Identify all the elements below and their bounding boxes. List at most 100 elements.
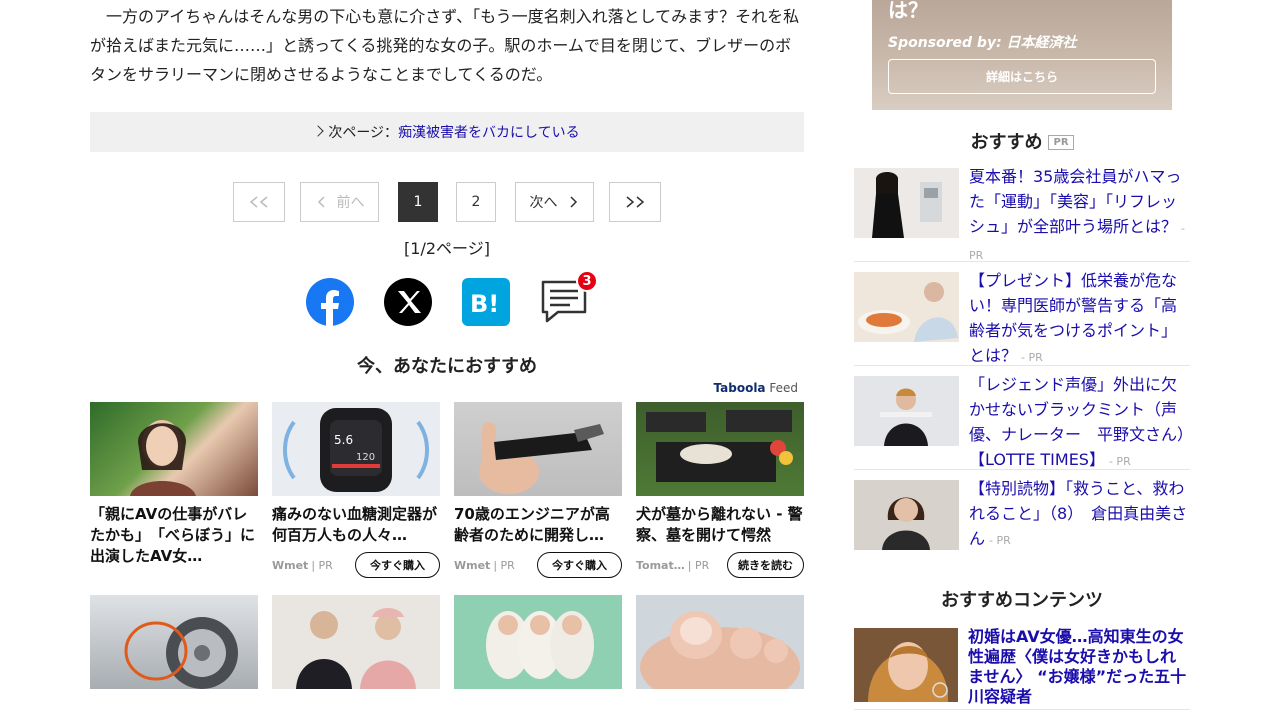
recommend-card[interactable] — [272, 595, 440, 689]
next-page-box[interactable]: 次ページ： 痴漢被害者をバカにしている — [90, 112, 804, 152]
card-thumbnail — [90, 595, 258, 689]
chevron-right-icon — [312, 125, 324, 137]
next-page-button[interactable]: 次へ — [515, 182, 594, 222]
content-item[interactable]: 初婚はAV女優…高知東生の女性遍歴〈僕は女好きかもしれません〉 “お嬢様”だった… — [854, 627, 1190, 710]
recommend-card[interactable] — [636, 595, 804, 689]
osusume-item[interactable]: 【特別読物】「救うこと、救われること」（8） 倉田真由美さん - PR — [854, 479, 1190, 560]
recommend-card[interactable] — [90, 595, 258, 689]
item-pr: - PR — [1108, 455, 1131, 468]
facebook-share-button[interactable] — [306, 278, 354, 326]
content-title[interactable]: 初婚はAV女優…高知東生の女性遍歴〈僕は女好きかもしれません〉 “お嬢様”だった… — [968, 627, 1190, 707]
osusume-item[interactable]: 夏本番！35歳会社員がハマった「運動」「美容」「リフレッシュ」が全部叶う場所とは… — [854, 167, 1190, 262]
card-thumbnail — [636, 595, 804, 689]
card-image: 5.6 120 — [283, 408, 429, 492]
hatena-bookmark-button[interactable]: B! — [462, 278, 510, 326]
article-paragraph: 一方のアイちゃんはそんな男の下心も意に介さず、「もう一度名刺入れ落としてみます？… — [90, 7, 800, 84]
card-thumbnail — [454, 402, 622, 496]
recommend-card[interactable] — [454, 595, 622, 689]
card-image — [486, 611, 594, 679]
item-thumbnail — [854, 376, 959, 446]
taboola-row: Taboola Feed — [90, 378, 804, 402]
card-pr: | PR — [493, 558, 515, 572]
pagination: 前へ 1 2 次へ — [90, 182, 804, 222]
recommend-card[interactable]: 5.6 120 痛みのない血糖測定器が何百万人もの人々… Wmet | PR 今… — [272, 402, 440, 578]
ad-sponsor: Sponsored by: 日本経済社 — [888, 35, 1077, 51]
recommended-contents-title: おすすめコンテンツ — [941, 590, 1103, 611]
card-image — [640, 611, 800, 689]
item-title: 【プレゼント】低栄養が危ない！専門医師が警告する「高齢者が気をつけるポイント」と… — [969, 271, 1178, 365]
svg-text:B!: B! — [470, 290, 499, 318]
item-image — [854, 480, 959, 550]
chevron-right-icon — [569, 196, 577, 208]
osusume-label: おすすめ — [970, 132, 1043, 153]
card-pr: | PR — [311, 558, 333, 572]
card-title: 痛みのない血糖測定器が何百万人もの人々… — [272, 505, 438, 544]
next-page-prefix: 次ページ： — [328, 125, 399, 141]
hatena-bookmark-icon: B! — [470, 290, 499, 318]
chevron-left-icon — [317, 196, 325, 208]
card-meta: Wmet | PR 今すぐ購入 — [272, 552, 440, 578]
first-page-button[interactable] — [233, 182, 285, 222]
osusume-title: おすすめ PR — [854, 128, 1190, 154]
content-image — [854, 628, 958, 702]
prev-label: 前へ — [336, 195, 365, 211]
card-source: Wmet — [272, 558, 309, 572]
comment-count-badge: 3 — [576, 270, 598, 292]
last-page-button[interactable] — [609, 182, 661, 222]
x-share-button[interactable] — [384, 278, 432, 326]
ad-headline: は？ — [888, 0, 928, 22]
item-link[interactable]: 「レジェンド声優」外出に欠かせないブラックミント（声優、ナレーター 平野文さん）… — [969, 372, 1190, 474]
card-title: 70歳のエンジニアが高齢者のために開発し… — [454, 505, 610, 544]
item-title: 「レジェンド声優」外出に欠かせないブラックミント（声優、ナレーター 平野文さん）… — [969, 375, 1186, 469]
card-thumbnail — [636, 402, 804, 496]
recommend-card[interactable]: 70歳のエンジニアが高齢者のために開発し… Wmet | PR 今すぐ購入 — [454, 402, 622, 578]
card-image — [124, 617, 238, 689]
item-link[interactable]: 夏本番！35歳会社員がハマった「運動」「美容」「リフレッシュ」が全部叶う場所とは… — [969, 164, 1190, 268]
item-link[interactable]: 【プレゼント】低栄養が危ない！専門医師が警告する「高齢者が気をつけるポイント」と… — [969, 268, 1190, 370]
recommend-card[interactable]: 「親にAVの仕事がバレたかも」 「べらぼう」に出演したAV女… — [90, 402, 258, 567]
card-source: Wmet — [454, 558, 491, 572]
taboola-feed-logo[interactable]: Taboola Feed — [714, 381, 799, 395]
double-chevron-left-icon — [249, 196, 268, 208]
card-pr: | PR — [687, 558, 710, 572]
next-label: 次へ — [529, 195, 558, 211]
buy-now-button[interactable]: 今すぐ購入 — [355, 552, 440, 578]
card-image — [130, 420, 196, 496]
read-more-button[interactable]: 続きを読む — [727, 552, 804, 578]
ad-details-button[interactable]: 詳細はこちら — [888, 59, 1156, 94]
card-image — [296, 608, 416, 689]
item-pr: - PR — [1021, 351, 1043, 364]
page-1-button[interactable]: 1 — [398, 182, 438, 222]
item-link[interactable]: 【特別読物】「救うこと、救われること」（8） 倉田真由美さん - PR — [969, 476, 1190, 553]
page-2-label: 2 — [471, 194, 481, 210]
item-image — [854, 272, 959, 342]
card-meta: Tomat… | PR 続きを読む — [636, 552, 804, 578]
facebook-icon — [321, 290, 339, 326]
item-image — [854, 168, 959, 238]
main-column: 一方のアイちゃんはそんな男の下心も意に介さず、「もう一度名刺入れ落としてみます？… — [90, 0, 804, 689]
card-thumbnail — [272, 595, 440, 689]
buy-now-button[interactable]: 今すぐ購入 — [537, 552, 622, 578]
prev-page-button[interactable]: 前へ — [300, 182, 379, 222]
card-image — [479, 422, 604, 494]
comment-button[interactable]: 3 — [540, 270, 598, 326]
page-1-label: 1 — [413, 194, 423, 210]
next-page-link[interactable]: 痴漢被害者をバカにしている — [398, 122, 580, 142]
recommend-title: 今、あなたにおすすめ — [357, 356, 537, 377]
double-chevron-right-icon — [626, 196, 645, 208]
page: 一方のアイちゃんはそんな男の下心も意に介さず、「もう一度名刺入れ落としてみます？… — [0, 0, 1280, 720]
x-icon — [398, 291, 421, 313]
item-thumbnail — [854, 272, 959, 342]
recommend-card[interactable]: 犬が墓から離れない - 警察、墓を開けて愕然 Tomat… | PR 続きを読む — [636, 402, 804, 578]
content-thumbnail — [854, 628, 958, 702]
osusume-item[interactable]: 【プレゼント】低栄養が危ない！専門医師が警告する「高齢者が気をつけるポイント」と… — [854, 271, 1190, 366]
taboola-wordmark: Taboola — [713, 381, 766, 395]
article-body: 一方のアイちゃんはそんな男の下心も意に介さず、「もう一度名刺入れ落としてみます？… — [90, 0, 804, 89]
sponsored-ad[interactable]: は？ Sponsored by: 日本経済社 詳細はこちら — [872, 0, 1172, 110]
card-thumbnail — [90, 402, 258, 496]
item-pr: - PR — [989, 534, 1011, 547]
osusume-item[interactable]: 「レジェンド声優」外出に欠かせないブラックミント（声優、ナレーター 平野文さん）… — [854, 375, 1190, 470]
svg-text:120: 120 — [356, 452, 375, 463]
svg-text:5.6: 5.6 — [334, 433, 353, 447]
page-2-button[interactable]: 2 — [456, 182, 496, 222]
